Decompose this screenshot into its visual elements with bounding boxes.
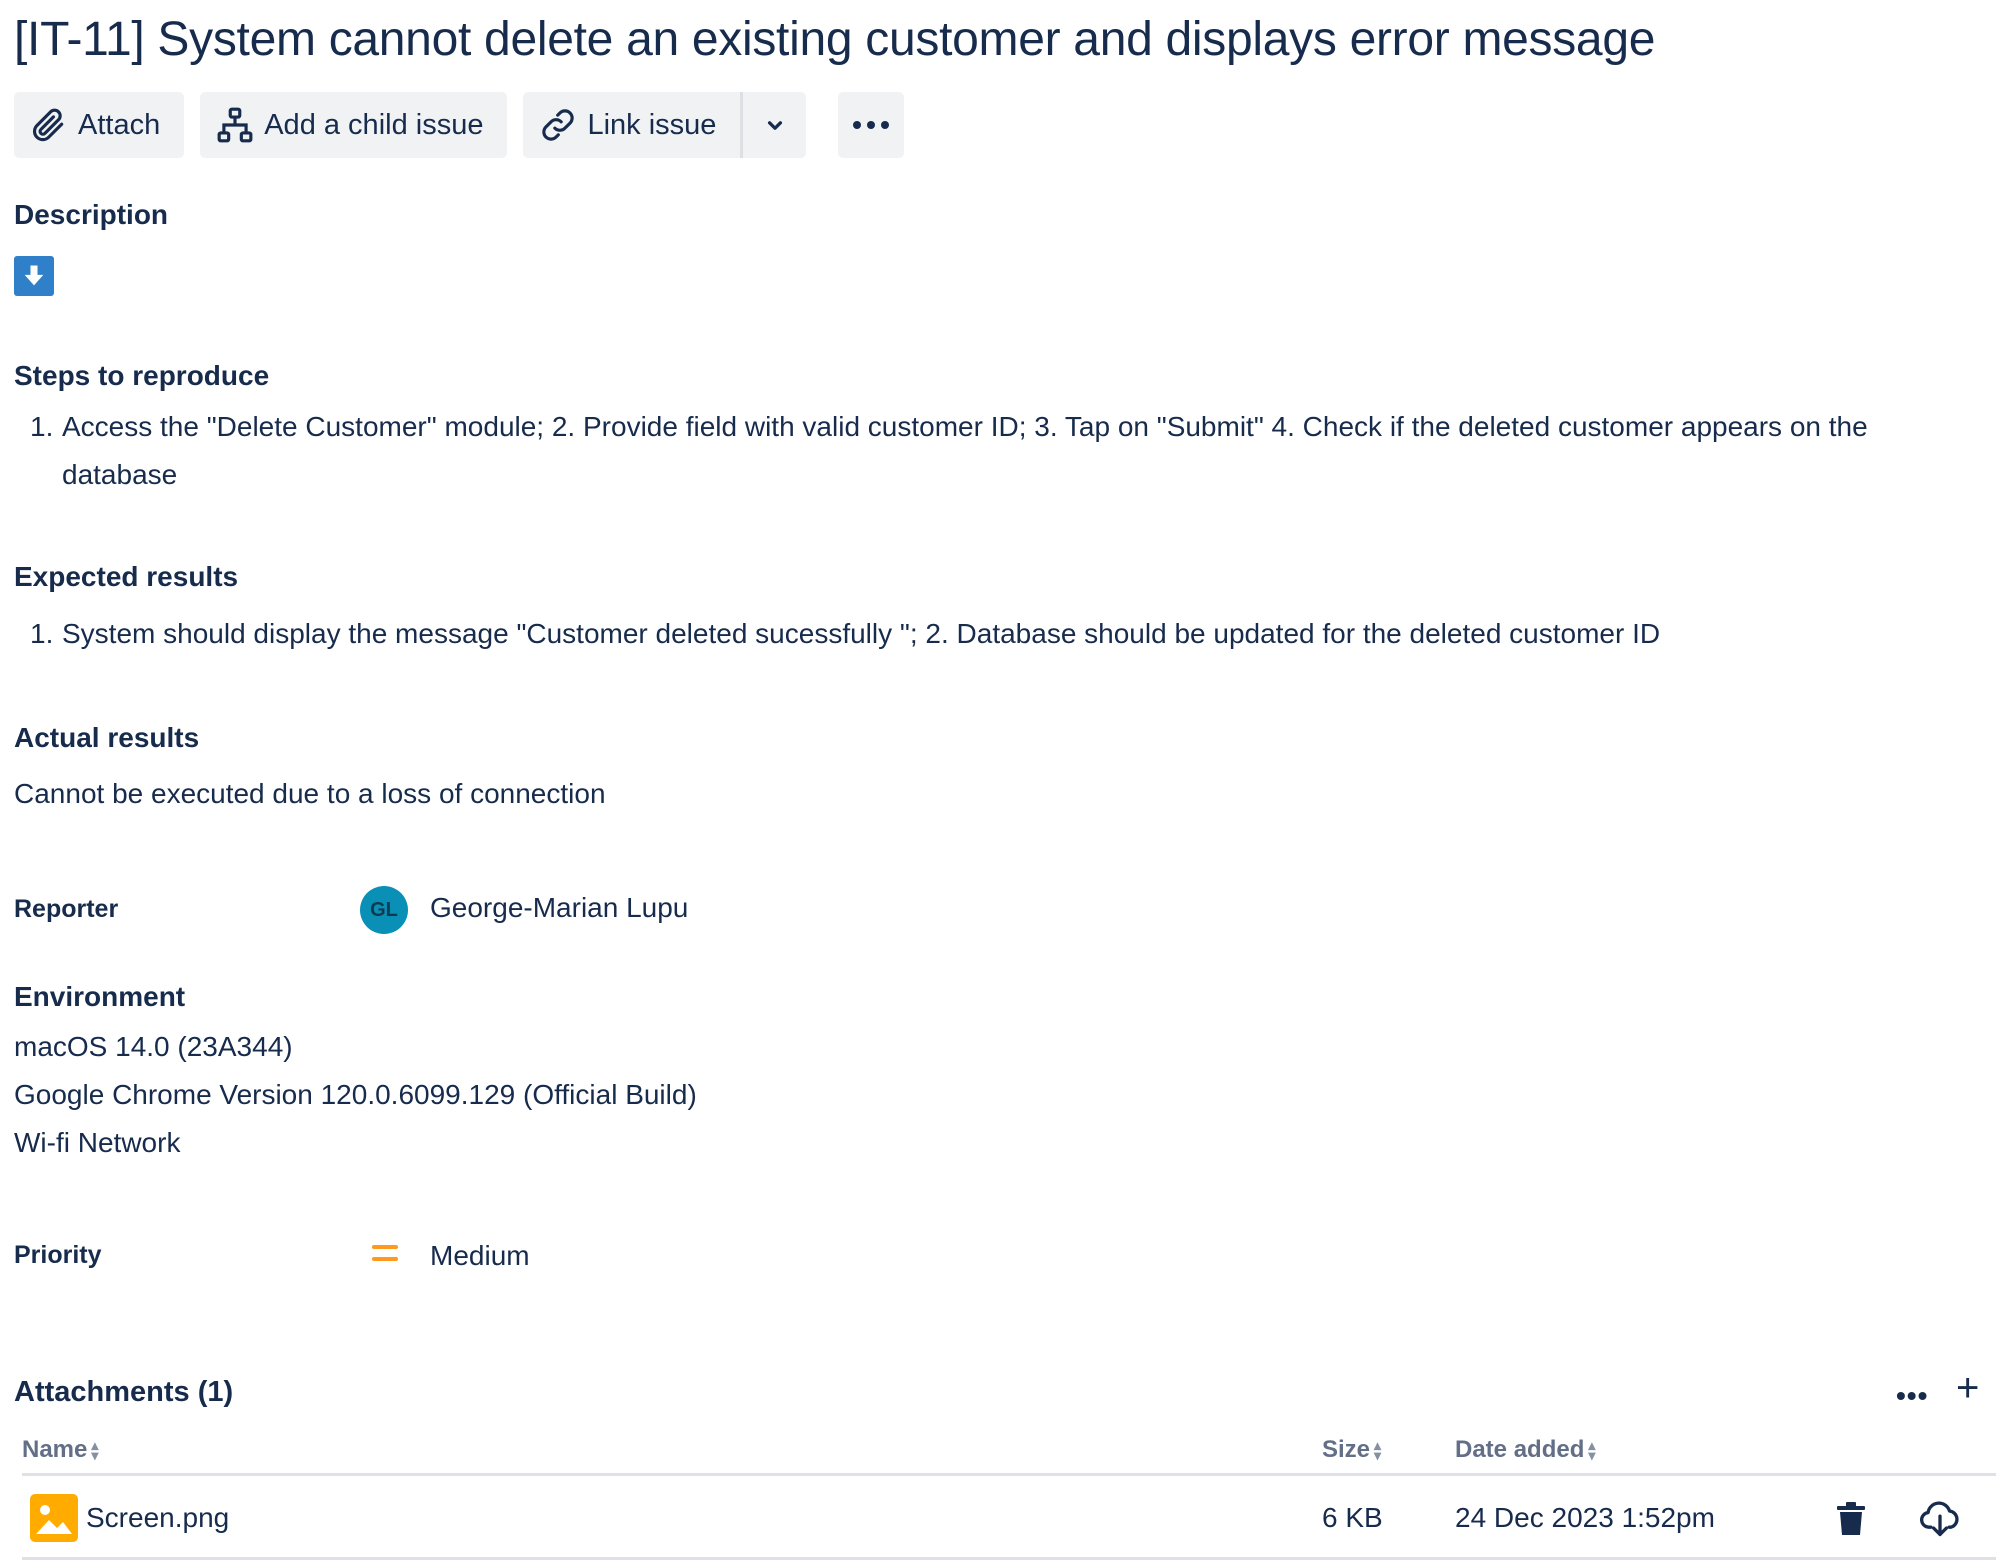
sort-icon: ▴ ▾: [91, 1437, 99, 1463]
environment-heading: Environment: [14, 981, 186, 1012]
priority-medium-icon: [372, 1245, 398, 1265]
more-actions-button[interactable]: [838, 92, 905, 158]
image-file-icon: [30, 1494, 78, 1542]
attachment-date: 24 Dec 2023 1:52pm: [1455, 1502, 1715, 1533]
environment-line: macOS 14.0 (23A344): [14, 1031, 293, 1062]
child-issue-label: Add a child issue: [264, 108, 484, 141]
sort-icon: ▴ ▾: [1588, 1437, 1596, 1463]
steps-text-continued: database: [62, 459, 178, 490]
expected-heading: Expected results: [14, 561, 239, 592]
add-attachment-icon[interactable]: +: [1956, 1366, 1979, 1411]
issue-toolbar: Attach Add a child issue Link issue: [14, 92, 905, 158]
more-icon: [853, 121, 890, 129]
issue-title[interactable]: [IT-11] System cannot delete an existing…: [14, 12, 1655, 67]
priority-value[interactable]: Medium: [430, 1240, 530, 1272]
column-header-size[interactable]: Size ▴ ▾: [1322, 1436, 1381, 1464]
steps-text: Access the "Delete Customer" module; 2. …: [62, 411, 1868, 442]
expected-list: 1. System should display the message "Cus…: [30, 610, 1660, 658]
steps-list: 1. Access the "Delete Customer" module; 2…: [30, 403, 1868, 499]
table-bottom-divider: [22, 1557, 1996, 1560]
link-issue-button[interactable]: Link issue: [523, 92, 741, 158]
link-issue-dropdown-button[interactable]: [740, 92, 807, 158]
list-item: 1. Access the "Delete Customer" module; 2…: [30, 411, 1868, 442]
environment-line: Wi-fi Network: [14, 1127, 181, 1158]
attachment-name[interactable]: Screen.png: [86, 1502, 229, 1534]
link-issue-split-button: Link issue: [523, 92, 807, 158]
paperclip-icon: [32, 108, 64, 142]
attach-label: Attach: [78, 108, 161, 141]
attachment-size: 6 KB: [1322, 1502, 1383, 1533]
reporter-name[interactable]: George-Marian Lupu: [430, 892, 688, 924]
column-header-date[interactable]: Date added ▴ ▾: [1455, 1436, 1595, 1464]
environment-line: Google Chrome Version 120.0.6099.129 (Of…: [14, 1079, 697, 1110]
attachments-title: Attachments (1): [14, 1376, 234, 1408]
attach-button[interactable]: Attach: [14, 92, 185, 158]
column-header-name[interactable]: Name ▴ ▾: [22, 1436, 98, 1464]
add-child-issue-button[interactable]: Add a child issue: [200, 92, 508, 158]
download-icon[interactable]: [1918, 1496, 1962, 1540]
avatar[interactable]: GL: [360, 886, 408, 934]
reporter-label: Reporter: [14, 895, 119, 923]
steps-heading: Steps to reproduce: [14, 360, 270, 391]
link-icon: [542, 109, 575, 141]
chevron-down-icon: [767, 121, 782, 130]
expected-text: System should display the message "Custo…: [62, 618, 1661, 649]
attachments-more-icon[interactable]: •••: [1896, 1380, 1928, 1412]
hierarchy-icon: [217, 107, 253, 143]
download-arrow-icon[interactable]: [14, 256, 54, 296]
link-issue-label: Link issue: [587, 108, 717, 141]
table-header-divider: [22, 1473, 1996, 1476]
trash-icon[interactable]: [1836, 1502, 1866, 1536]
description-heading: Description: [14, 199, 169, 230]
sort-icon: ▴ ▾: [1374, 1437, 1382, 1463]
actual-text: Cannot be executed due to a loss of conn…: [14, 778, 606, 809]
list-item: 1. System should display the message "Cus…: [30, 618, 1661, 649]
actual-heading: Actual results: [14, 722, 200, 753]
priority-label: Priority: [14, 1241, 102, 1269]
